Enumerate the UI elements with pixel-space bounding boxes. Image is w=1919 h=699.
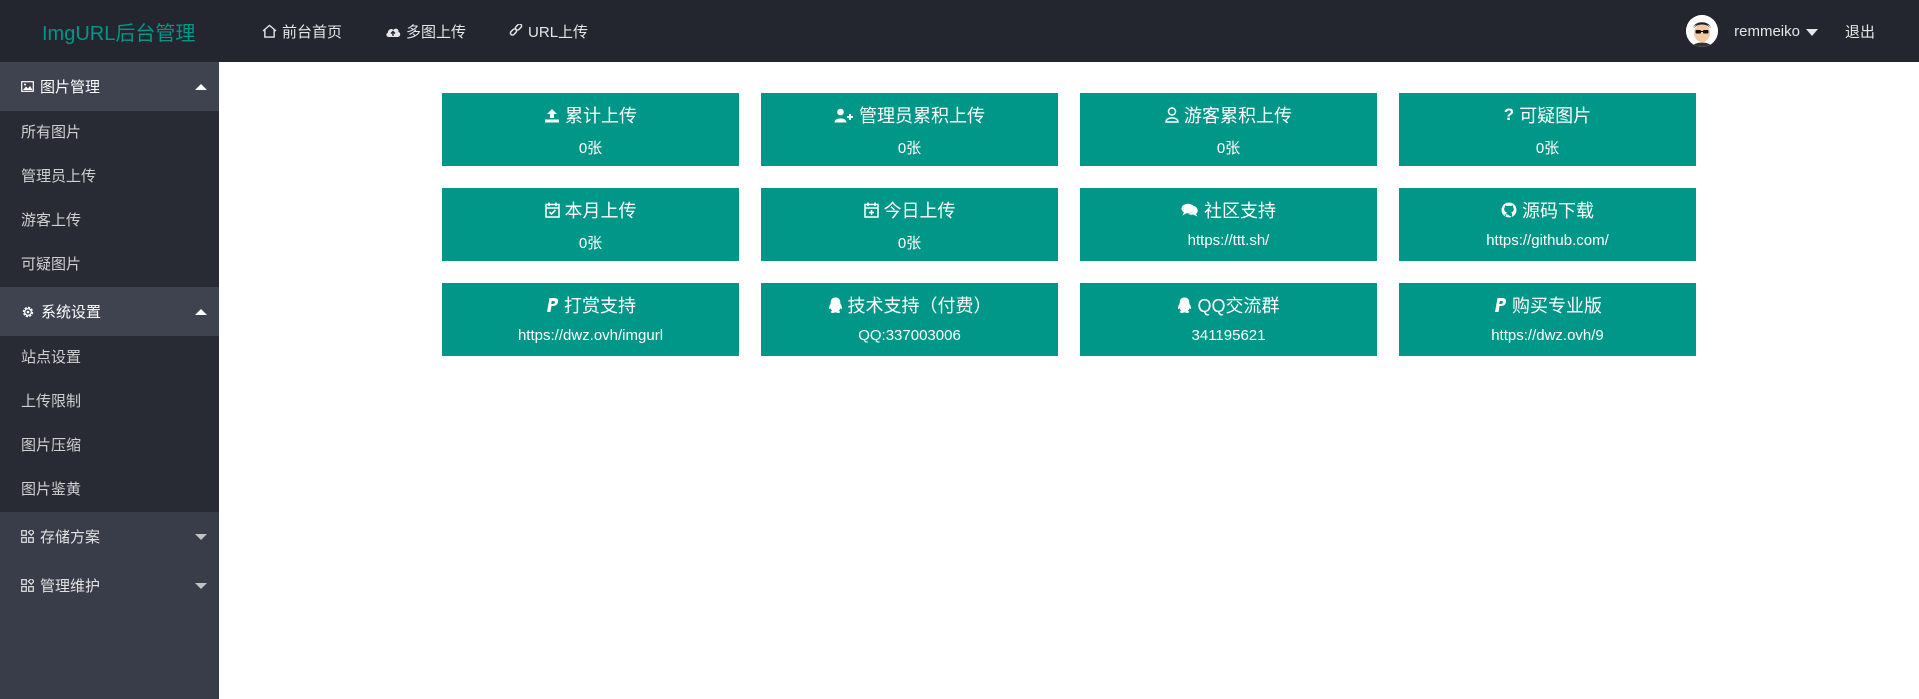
nav-home[interactable]: 前台首页 — [262, 21, 342, 42]
sidebar-item-upload-limits[interactable]: 上传限制 — [0, 380, 219, 424]
upload-icon — [545, 108, 559, 122]
qq-icon — [828, 297, 842, 313]
apps-icon — [21, 579, 34, 592]
card-value: 0张 — [1216, 140, 1241, 157]
card-source-download[interactable]: 源码下载 https://github.com/ — [1399, 188, 1696, 261]
sidebar-group-maintenance[interactable]: 管理维护 — [0, 561, 219, 610]
card-title: 本月上传 — [564, 201, 637, 221]
username: remmeiko — [1734, 22, 1800, 40]
card-title: 打赏支持 — [564, 296, 636, 316]
image-icon — [21, 81, 34, 92]
sidebar-submenu-image-management: 所有图片 管理员上传 游客上传 可疑图片 — [0, 111, 219, 287]
github-icon — [1501, 202, 1517, 218]
card-admin-uploads[interactable]: 管理员累积上传 0张 — [761, 93, 1058, 166]
sidebar-item-site-settings[interactable]: 站点设置 — [0, 336, 219, 380]
avatar-image — [1686, 15, 1719, 47]
card-suspicious-images[interactable]: ? 可疑图片 0张 — [1399, 93, 1696, 166]
user-menu[interactable]: remmeiko — [1734, 23, 1818, 40]
gear-icon — [22, 306, 34, 317]
sidebar-group-image-management[interactable]: 图片管理 — [0, 62, 219, 111]
card-value: https://dwz.ovh/9 — [1491, 327, 1604, 344]
card-buy-pro[interactable]: 购买专业版 https://dwz.ovh/9 — [1399, 283, 1696, 356]
sidebar-group-label: 系统设置 — [41, 304, 102, 321]
link-icon — [509, 24, 523, 36]
card-value: https://dwz.ovh/imgurl — [517, 327, 664, 344]
card-title: 游客累积上传 — [1184, 106, 1292, 126]
user-area: remmeiko 退出 — [1686, 0, 1919, 62]
sidebar: 图片管理 所有图片 管理员上传 游客上传 可疑图片 系统设置 站点设置 上传限制… — [0, 62, 219, 699]
sidebar-group-storage[interactable]: 存储方案 — [0, 512, 219, 561]
cloud-upload-icon — [386, 28, 401, 37]
apps-icon — [21, 530, 34, 543]
nav-home-label: 前台首页 — [282, 23, 343, 41]
card-title: 累计上传 — [565, 106, 637, 126]
chevron-down-icon — [195, 583, 207, 589]
paypal-icon — [547, 298, 559, 312]
chevron-up-icon — [195, 309, 207, 315]
card-title: 社区支持 — [1204, 201, 1276, 221]
card-value: 0张 — [578, 140, 603, 157]
sidebar-group-label: 管理维护 — [40, 578, 101, 595]
card-title: 源码下载 — [1522, 201, 1594, 221]
chevron-down-icon — [195, 534, 207, 540]
sidebar-group-label: 图片管理 — [40, 79, 101, 96]
card-donate-support[interactable]: 打赏支持 https://dwz.ovh/imgurl — [442, 283, 739, 356]
home-icon — [262, 24, 277, 38]
question-icon: ? — [1503, 105, 1515, 124]
top-header: ImgURL后台管理 前台首页 多图上传 URL上传 remmeiko 退出 — [0, 0, 1919, 62]
card-value: https://ttt.sh/ — [1187, 232, 1270, 249]
sidebar-group-label: 存储方案 — [40, 529, 101, 546]
top-nav: 前台首页 多图上传 URL上传 — [262, 0, 631, 62]
nav-multi-upload-label: 多图上传 — [406, 23, 467, 41]
card-qq-group[interactable]: QQ交流群 341195621 — [1080, 283, 1377, 356]
qq-icon — [1178, 297, 1192, 313]
calendar-plus-icon — [863, 202, 879, 218]
card-value: 0张 — [897, 140, 922, 157]
main-content: 累计上传 0张 管理员累积上传 0张 游客累积上传 0张 ? 可疑图片 0张 本月… — [219, 62, 1919, 699]
card-title: QQ交流群 — [1197, 296, 1280, 316]
card-value: 0张 — [578, 235, 603, 252]
sidebar-item-image-moderation[interactable]: 图片鉴黄 — [0, 468, 219, 512]
card-title: 今日上传 — [883, 201, 956, 221]
card-value: 341195621 — [1191, 327, 1266, 344]
card-value: 0张 — [897, 235, 922, 252]
stats-grid: 累计上传 0张 管理员累积上传 0张 游客累积上传 0张 ? 可疑图片 0张 本月… — [442, 93, 1696, 356]
sidebar-item-all-images[interactable]: 所有图片 — [0, 111, 219, 155]
sidebar-item-suspicious-images[interactable]: 可疑图片 — [0, 243, 219, 287]
card-title: 购买专业版 — [1512, 296, 1602, 316]
sidebar-item-image-compression[interactable]: 图片压缩 — [0, 424, 219, 468]
nav-multi-upload[interactable]: 多图上传 — [385, 21, 466, 42]
card-title: 管理员累积上传 — [859, 106, 985, 126]
card-monthly-uploads[interactable]: 本月上传 0张 — [442, 188, 739, 261]
chevron-down-icon — [1805, 28, 1818, 36]
comments-icon — [1181, 203, 1198, 217]
chevron-up-icon — [195, 84, 207, 90]
sidebar-submenu-system-settings: 站点设置 上传限制 图片压缩 图片鉴黄 — [0, 336, 219, 512]
app-logo[interactable]: ImgURL后台管理 — [42, 17, 195, 46]
card-value: QQ:337003006 — [858, 327, 961, 344]
paypal-icon — [1495, 298, 1507, 312]
calendar-check-icon — [544, 202, 560, 218]
card-value: 0张 — [1535, 140, 1560, 157]
card-total-uploads[interactable]: 累计上传 0张 — [442, 93, 739, 166]
user-icon — [1165, 107, 1179, 123]
card-daily-uploads[interactable]: 今日上传 0张 — [761, 188, 1058, 261]
card-title: 可疑图片 — [1519, 106, 1592, 126]
sidebar-item-admin-uploads[interactable]: 管理员上传 — [0, 155, 219, 199]
avatar[interactable] — [1686, 15, 1719, 47]
card-community-support[interactable]: 社区支持 https://ttt.sh/ — [1080, 188, 1377, 261]
card-title: 技术支持（付费） — [847, 296, 992, 316]
sidebar-group-system-settings[interactable]: 系统设置 — [0, 287, 219, 336]
card-guest-uploads[interactable]: 游客累积上传 0张 — [1080, 93, 1377, 166]
card-tech-support[interactable]: 技术支持（付费） QQ:337003006 — [761, 283, 1058, 356]
logout-button[interactable]: 退出 — [1845, 21, 1875, 42]
user-plus-icon — [834, 108, 853, 122]
nav-url-upload-label: URL上传 — [528, 23, 589, 41]
nav-url-upload[interactable]: URL上传 — [509, 21, 588, 42]
sidebar-item-guest-uploads[interactable]: 游客上传 — [0, 199, 219, 243]
card-value: https://github.com/ — [1486, 232, 1609, 249]
